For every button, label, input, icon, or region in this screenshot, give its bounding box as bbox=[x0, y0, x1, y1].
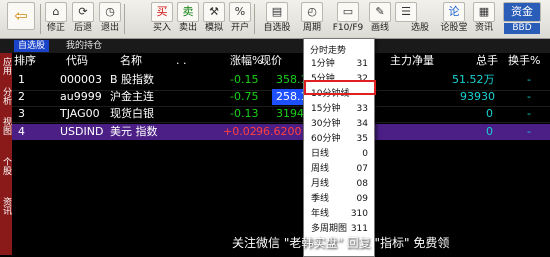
forum-icon: 论 bbox=[443, 2, 465, 22]
hammer-icon: ⚒ bbox=[203, 2, 225, 22]
home-icon: ⌂ bbox=[45, 2, 67, 22]
row-change: -0.75 bbox=[230, 90, 259, 103]
news-icon: ▦ bbox=[473, 2, 495, 22]
period-menu-item[interactable]: 月线 08 bbox=[304, 177, 374, 192]
period-menu-title[interactable]: 分时走势 bbox=[310, 43, 346, 56]
row-price: 3194 bbox=[276, 107, 304, 120]
header-seq[interactable]: 排序 bbox=[14, 54, 36, 68]
toolbar-button-3[interactable]: ◷ 退出 bbox=[98, 2, 122, 36]
tab-my-holdings[interactable]: 我的持仓 bbox=[62, 40, 106, 52]
row-name: 美元 指数 bbox=[110, 125, 158, 138]
period-button[interactable]: ◴ 周期 bbox=[298, 2, 326, 36]
row-name: 现货白银 bbox=[110, 107, 154, 120]
row-seq: 2 bbox=[18, 90, 25, 103]
period-menu-item[interactable]: 年线 310 bbox=[304, 207, 374, 222]
menu-highlight-box bbox=[304, 80, 376, 95]
toolbar: ⇦ ⌂ 修正 ⟳ 后退 ◷ 退出 买买入 卖卖出 ⚒ 模拟 % 开户 ▤ 自选股 ◴ 周期 ▭… bbox=[0, 0, 550, 39]
left-sidebar: 应用 分析 视图 个股 资讯 bbox=[0, 53, 12, 255]
f10-button[interactable]: ▭ F10/F9 bbox=[332, 2, 364, 36]
sell-icon: 卖 bbox=[177, 2, 199, 22]
toolbar-button-2[interactable]: ⟳ 后退 bbox=[71, 2, 95, 36]
sell-button[interactable]: 卖卖出 bbox=[176, 2, 200, 36]
row-code: 000003 bbox=[60, 73, 102, 86]
funds-bbd-button[interactable]: 资金 BBD bbox=[502, 2, 542, 36]
back-arrow-icon: ⇦ bbox=[7, 2, 35, 30]
period-dropdown-menu: 分时走势 1分钟 31 5分钟 32 10分钟线 15分钟 33 30分钟 34 60分… bbox=[303, 38, 375, 257]
row-code: USDIND bbox=[60, 125, 104, 138]
open-account-button[interactable]: % 开户 bbox=[228, 2, 252, 36]
refresh-icon: ⟳ bbox=[72, 2, 94, 22]
buy-icon: 买 bbox=[151, 2, 173, 22]
draw-icon: ✎ bbox=[369, 2, 391, 22]
period-menu-item[interactable]: 季线 09 bbox=[304, 192, 374, 207]
period-menu-item[interactable]: 15分钟 33 bbox=[304, 102, 374, 117]
header-code[interactable]: 代码 bbox=[66, 54, 88, 68]
row-price: 96.6200 bbox=[256, 125, 302, 138]
period-menu-item[interactable]: 1分钟 31 bbox=[304, 57, 374, 72]
header-turnover[interactable]: 换手% bbox=[508, 54, 540, 68]
select-stock-button[interactable]: 选股 bbox=[408, 2, 432, 36]
news-button[interactable]: ▦ 资讯 bbox=[472, 2, 496, 36]
watchlist-button[interactable]: ▤ 自选股 bbox=[262, 2, 292, 36]
header-price[interactable]: 现价 bbox=[260, 54, 282, 68]
period-menu-item[interactable]: 周线 07 bbox=[304, 162, 374, 177]
row-seq: 1 bbox=[18, 73, 25, 86]
clock-icon: ◷ bbox=[99, 2, 121, 22]
header-change[interactable]: 涨幅% bbox=[230, 54, 262, 68]
row-code: au9999 bbox=[60, 90, 102, 103]
tab-bar: 自选股 我的持仓 bbox=[0, 39, 550, 53]
sidebar-item-analysis[interactable]: 分析 bbox=[0, 87, 12, 105]
row-change: -0.15 bbox=[230, 73, 259, 86]
row-turnover: - bbox=[527, 107, 531, 120]
row-total: 0 bbox=[486, 107, 493, 120]
simulate-button[interactable]: ⚒ 模拟 bbox=[202, 2, 226, 36]
period-icon: ◴ bbox=[301, 2, 323, 22]
period-menu-item[interactable]: 30分钟 34 bbox=[304, 117, 374, 132]
f10-icon: ▭ bbox=[337, 2, 359, 22]
watermark-text: 关注微信 "老韩实盘" 回复 "指标" 免费领 bbox=[232, 236, 450, 250]
row-turnover: - bbox=[527, 73, 531, 86]
sidebar-item-stock[interactable]: 个股 bbox=[0, 157, 12, 175]
row-name: 沪金主连 bbox=[110, 90, 154, 103]
portfolio-icon: ▤ bbox=[266, 2, 288, 22]
row-code: TJAG00 bbox=[60, 107, 100, 120]
row-change: -0.13 bbox=[230, 107, 259, 120]
tab-watchlist[interactable]: 自选股 bbox=[14, 40, 50, 52]
row-total: 51.52万 bbox=[452, 73, 495, 86]
period-menu-item[interactable]: 60分钟 35 bbox=[304, 132, 374, 147]
period-menu-item[interactable]: 日线 0 bbox=[304, 147, 374, 162]
header-netflow[interactable]: 主力净量 bbox=[390, 54, 434, 68]
forum-button[interactable]: 论论股堂 bbox=[440, 2, 468, 36]
sidebar-item-apps[interactable]: 应用 bbox=[0, 57, 12, 75]
row-seq: 4 bbox=[18, 125, 25, 138]
row-name: B 股指数 bbox=[110, 73, 155, 86]
row-total: 93930 bbox=[460, 90, 495, 103]
row-total: 0 bbox=[486, 125, 493, 138]
back-button[interactable]: ⇦ bbox=[6, 2, 36, 36]
buy-button[interactable]: 买买入 bbox=[150, 2, 174, 36]
header-dots: . . bbox=[176, 54, 187, 67]
header-name[interactable]: 名称 bbox=[120, 54, 142, 68]
funds-icon: 资金 bbox=[503, 2, 541, 22]
row-turnover: - bbox=[527, 125, 531, 138]
percent-icon: % bbox=[229, 2, 251, 22]
toolbar-button-1[interactable]: ⌂ 修正 bbox=[44, 2, 68, 36]
header-total[interactable]: 总手 bbox=[476, 54, 498, 68]
row-seq: 3 bbox=[18, 107, 25, 120]
sidebar-item-view[interactable]: 视图 bbox=[0, 117, 12, 135]
sidebar-item-news[interactable]: 资讯 bbox=[0, 197, 12, 215]
row-change: +0.02 bbox=[223, 125, 257, 138]
row-turnover: - bbox=[527, 90, 531, 103]
draw-line-button[interactable]: ✎ 画线 bbox=[368, 2, 392, 36]
